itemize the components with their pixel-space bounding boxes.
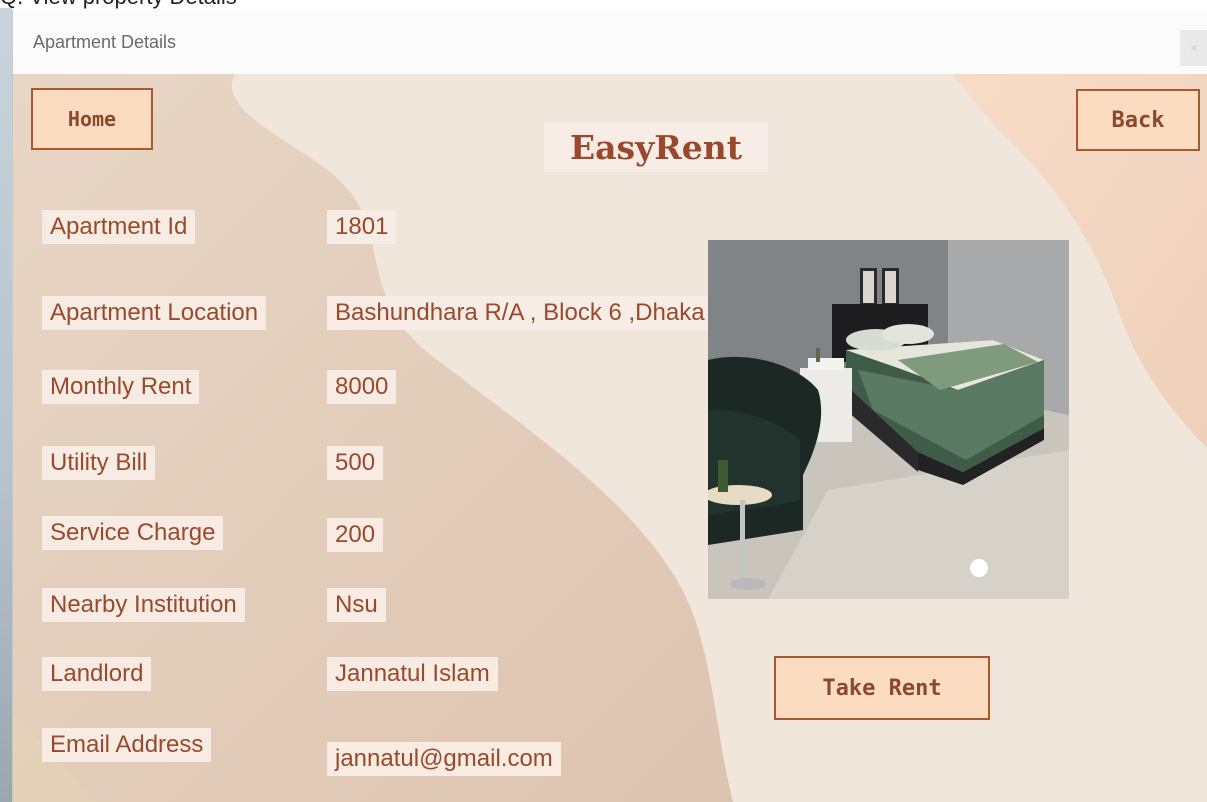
- field-label-email-address: Email Address: [42, 728, 212, 762]
- field-label-nearby-institution: Nearby Institution: [42, 588, 245, 622]
- field-value-email-address: jannatul@gmail.com: [327, 742, 561, 776]
- apartment-photo: [708, 240, 1069, 599]
- field-value-apartment-id: 1801: [327, 210, 397, 244]
- title-bar: Apartment Details ×: [13, 10, 1207, 75]
- field-label-apartment-id: Apartment Id: [42, 210, 196, 244]
- field-label-service-charge: Service Charge: [42, 516, 224, 550]
- field-label-monthly-rent: Monthly Rent: [42, 370, 200, 404]
- field-label-apartment-location: Apartment Location: [42, 296, 267, 330]
- form-canvas: Home Back EasyRent Apartment Id 1801 Apa…: [13, 74, 1207, 802]
- desktop-background-strip: [0, 8, 12, 802]
- back-button[interactable]: Back: [1076, 89, 1200, 151]
- home-button[interactable]: Home: [31, 88, 153, 150]
- field-value-utility-bill: 500: [327, 446, 384, 480]
- field-value-nearby-institution: Nsu: [327, 588, 386, 622]
- field-value-service-charge: 200: [327, 518, 384, 552]
- take-rent-button[interactable]: Take Rent: [774, 656, 990, 720]
- field-label-landlord: Landlord: [42, 657, 152, 691]
- field-label-utility-bill: Utility Bill: [42, 446, 156, 480]
- field-value-monthly-rent: 8000: [327, 370, 397, 404]
- app-window: Apartment Details × Home Back EasyRent A…: [12, 10, 1207, 802]
- close-button[interactable]: ×: [1180, 30, 1207, 66]
- page-caption: Q. View property Details: [0, 0, 237, 9]
- window-title: Apartment Details: [33, 32, 177, 52]
- field-value-landlord: Jannatul Islam: [327, 657, 498, 691]
- app-brand-title: EasyRent: [544, 122, 768, 172]
- field-value-apartment-location: Bashundhara R/A , Block 6 ,Dhaka: [327, 296, 713, 330]
